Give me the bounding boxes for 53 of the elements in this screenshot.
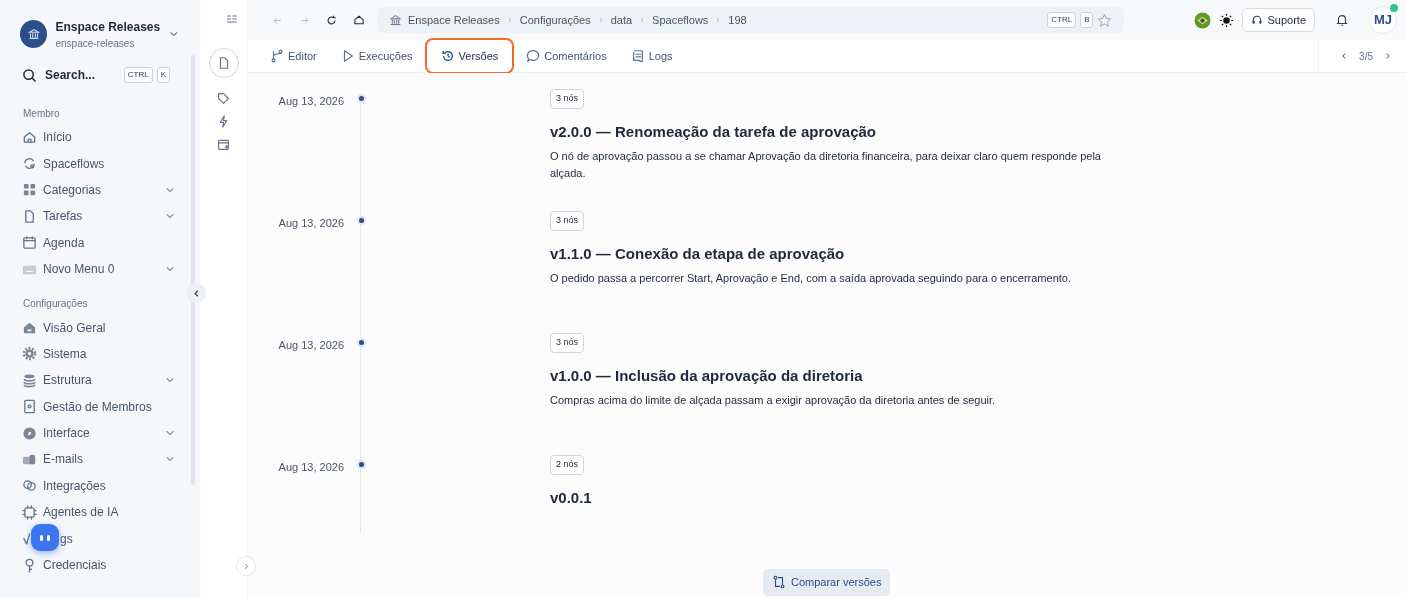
- user-avatar[interactable]: MJ: [1369, 6, 1397, 34]
- sidebar-item[interactable]: Tarefas: [0, 203, 200, 230]
- shortcut-key: B: [1080, 12, 1094, 28]
- shortcut-key: CTRL: [123, 67, 153, 83]
- breadcrumb-link[interactable]: Spaceflows: [652, 11, 709, 29]
- version-description: O nó de aprovação passou a se chamar Aprovação da diretoria financeira, para deixar claro quem responde pela alçada.: [550, 149, 1102, 181]
- tab[interactable]: Comentários: [514, 41, 619, 71]
- version-date: Aug 13, 2026: [277, 338, 344, 353]
- sidebar-item[interactable]: Interface: [0, 419, 200, 447]
- node-count-badge: 3 nós: [550, 89, 585, 109]
- version-title: v2.0.0 — Renomeação da tarefa de aprovação: [550, 121, 877, 142]
- version-description: Compras acima do limite de alçada passam a exigir aprovação da diretoria antes de seguir.: [550, 393, 996, 408]
- tab[interactable]: Editor: [258, 41, 329, 71]
- sidebar-item[interactable]: Integrações: [0, 472, 200, 500]
- version-date: Aug 13, 2026: [277, 216, 344, 231]
- breadcrumb-link[interactable]: data: [610, 11, 633, 29]
- support-button[interactable]: Suporte: [1242, 7, 1315, 33]
- version-date: Aug 13, 2026: [277, 460, 344, 475]
- shortcut-key: K: [156, 67, 170, 83]
- sidebar-item[interactable]: Sistema: [0, 340, 200, 368]
- version-description: O pedido passa a percorrer Start, Aprovação e End, com a saída aprovada seguindo para o encerramento.: [550, 271, 1071, 286]
- section-heading: Membro: [23, 107, 61, 121]
- workspace-name: Enspace Releases: [55, 18, 161, 36]
- version-title: v0.0.1: [550, 487, 592, 508]
- node-count-badge: 3 nós: [550, 333, 585, 353]
- breadcrumb-link[interactable]: Configurações: [519, 11, 591, 29]
- version-date: Aug 13, 2026: [277, 94, 344, 109]
- tab[interactable]: Execuções: [328, 41, 425, 71]
- sidebar-item[interactable]: Gestão de Membros: [0, 393, 200, 420]
- workspace-slug: enspace-releases: [55, 36, 136, 51]
- sidebar-item[interactable]: Início: [0, 124, 200, 151]
- sidebar-item[interactable]: Visão Geral: [0, 314, 200, 341]
- shortcut-key: CTRL: [1047, 12, 1077, 28]
- breadcrumb-link[interactable]: Enspace Releases: [408, 11, 500, 29]
- search-field[interactable]: Search...: [45, 66, 96, 84]
- breadcrumb-link[interactable]: 198: [728, 11, 747, 29]
- sidebar-item[interactable]: E-mails: [0, 446, 200, 473]
- sidebar-item[interactable]: Agenda: [0, 229, 200, 256]
- section-heading: Configurações: [23, 297, 89, 312]
- node-count-badge: 3 nós: [550, 211, 585, 231]
- sidebar-item[interactable]: Credenciais: [0, 551, 200, 579]
- tab[interactable]: Logs: [618, 41, 685, 71]
- sidebar-item[interactable]: Spaceflows: [0, 150, 200, 177]
- sidebar-item[interactable]: Agentes de IA: [0, 499, 200, 526]
- version-title: v1.1.0 — Conexão da etapa de aprovação: [550, 243, 846, 264]
- sidebar-item[interactable]: Novo Menu 0: [0, 255, 200, 283]
- page-counter: 3/5: [1359, 49, 1373, 64]
- sidebar-item[interactable]: gs: [0, 525, 200, 552]
- sidebar-item[interactable]: Estrutura: [0, 367, 200, 394]
- version-title: v1.0.0 — Inclusão da aprovação da diretoria: [550, 365, 864, 386]
- sidebar-item[interactable]: Categorias: [0, 176, 200, 204]
- node-count-badge: 2 nós: [550, 455, 585, 475]
- compare-versions-button[interactable]: Comparar versões: [763, 569, 891, 596]
